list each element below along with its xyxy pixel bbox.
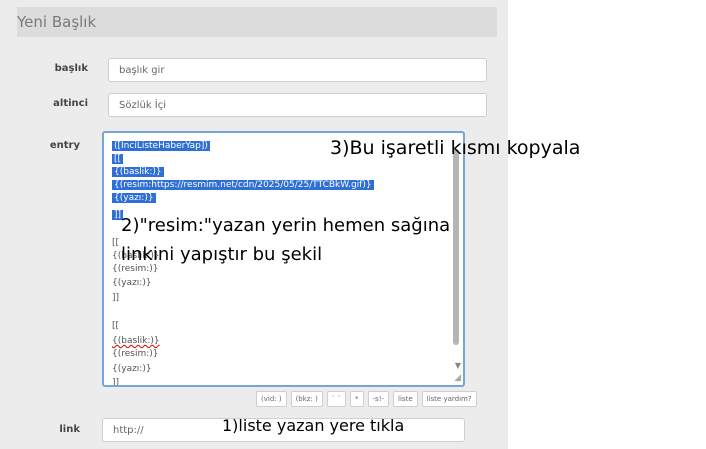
editor-line-text: {(baslik:)} [112,336,160,346]
panel-header: Yeni Başlık [17,7,497,37]
quote-button[interactable]: ` ` [326,391,347,407]
editor-line: {(baslik:)} [112,167,164,177]
editor-line: {(resim:)} [112,349,159,359]
list-help-button[interactable]: liste yardım? [421,391,477,407]
editor-line: ]] [112,378,120,387]
link-placeholder: http:// [113,425,144,436]
editor-line: {(yazı:)} [112,193,156,203]
title-label: başlık [54,63,88,74]
editor-toolbar: (vid: ) (bkz: ) ` ` * -s!- liste liste y… [256,391,477,407]
list-button[interactable]: liste [393,391,418,407]
spoiler-star-button[interactable]: * [350,391,364,407]
entry-label: entry [49,140,80,151]
title-placeholder: başlık gir [119,65,165,76]
title-input[interactable]: başlık gir [108,58,487,82]
editor-line: ]] [112,293,120,303]
editor-line: {(yazı:)} [112,364,152,374]
bkz-button[interactable]: (bkz: ) [290,391,323,407]
annotation-step2-line1: 2)"resim:"yazan yerin hemen sağına [121,215,451,236]
editor-scrollbar-thumb[interactable] [453,149,459,345]
editor-line: [[ [112,238,120,248]
annotation-step2-line2: linkini yapıştır bu şekil [121,244,323,265]
vid-button[interactable]: (vid: ) [256,391,287,407]
editor-line: {(resim:https://resmim.net/cdn/2025/05/2… [112,180,374,190]
editor-line: {(resim:)} [112,264,159,274]
category-label: altinci [53,98,88,109]
resize-handle-icon[interactable]: ◢ [454,373,461,385]
annotation-step1: 1)liste yazan yere tıkla [222,416,405,435]
editor-line: [[ [112,154,124,164]
editor-line: [[ [112,321,120,331]
page-title: Yeni Başlık [17,13,97,31]
strike-button[interactable]: -s!- [367,391,390,407]
editor-line: {(baslik:)} [112,336,160,348]
annotation-step3: 3)Bu işaretli kısmı kopyala [330,137,581,159]
category-value: Sözlük İçi [119,100,167,111]
editor-line: ([InciListeHaberYap]) [112,141,210,151]
link-label: link [59,424,80,435]
scroll-down-icon[interactable]: ▼ [455,360,461,372]
category-select[interactable]: Sözlük İçi [108,93,487,117]
editor-line: {(yazı:)} [112,278,152,288]
